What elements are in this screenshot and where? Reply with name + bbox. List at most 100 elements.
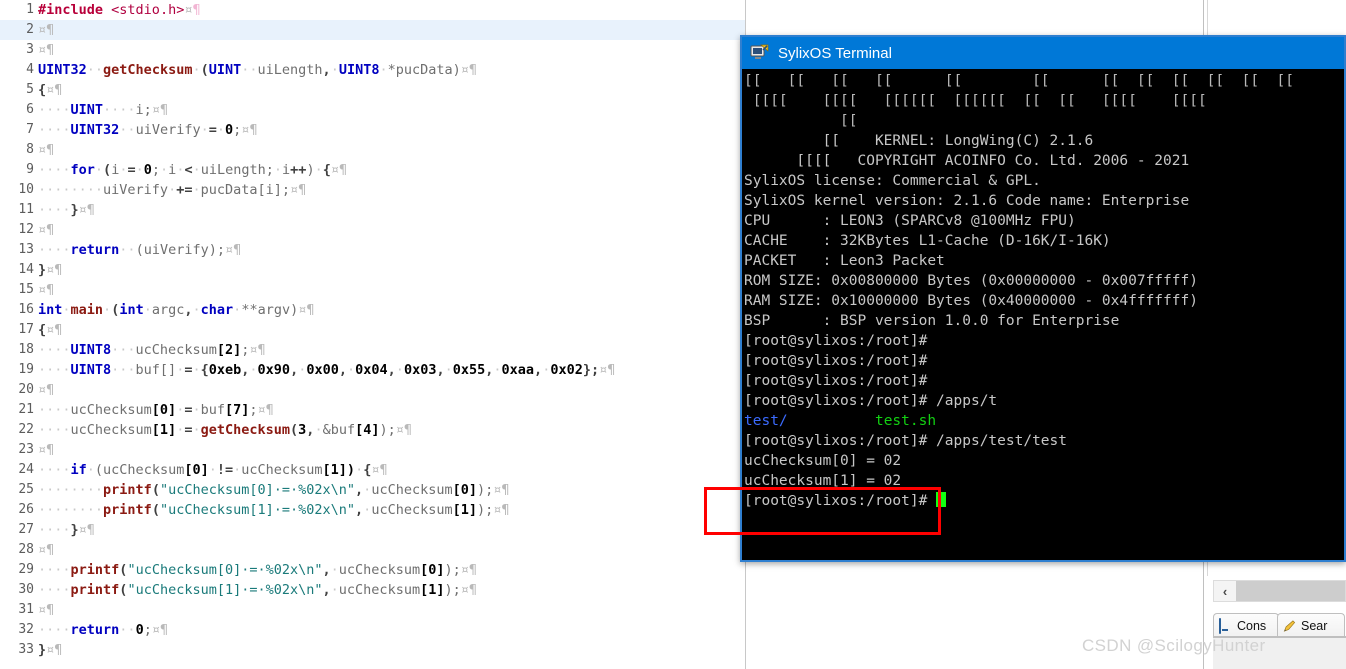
code-line[interactable]: 5 {¤¶ [0, 80, 746, 100]
code-text: ¤¶ [38, 442, 55, 458]
line-number: 19 [18, 362, 34, 377]
code-text: ¤¶ [38, 42, 55, 58]
code-line[interactable]: 17 {¤¶ [0, 320, 746, 340]
code-line[interactable]: 7 ····UINT32··uiVerify·=·0;¤¶ [0, 120, 746, 140]
code-line[interactable]: 19 ····UINT8···buf[]·=·{0xeb,·0x90,·0x00,… [0, 360, 746, 380]
code-text: ····if·(ucChecksum[0]·!=·ucChecksum[1])·… [38, 462, 388, 478]
code-line[interactable]: 21 ····ucChecksum[0]·=·buf[7];¤¶ [0, 400, 746, 420]
terminal-line: [[ KERNEL: LongWing(C) 2.1.6 [744, 133, 1094, 149]
code-line[interactable]: 8 ¤¶ [0, 140, 746, 160]
code-text: }¤¶ [38, 262, 63, 278]
code-text: ····UINT8···ucChecksum[2];¤¶ [38, 342, 266, 358]
line-number: 4 [26, 62, 34, 77]
code-line[interactable]: 10 ········uiVerify·+=·pucData[i];¤¶ [0, 180, 746, 200]
line-number: 31 [18, 602, 34, 617]
code-text: ¤¶ [38, 382, 55, 398]
code-line[interactable]: 20 ¤¶ [0, 380, 746, 400]
terminal-line: ucChecksum[0] = 02 [744, 453, 902, 469]
terminal-line: BSP : BSP version 1.0.0 for Enterprise [744, 313, 1120, 329]
line-number: 14 [18, 262, 34, 277]
code-text: UINT32··getChecksum·(UINT··uiLength,·UIN… [38, 62, 478, 78]
tab-console-label: Cons [1237, 618, 1267, 633]
terminal-line: SylixOS license: Commercial & GPL. [744, 173, 1041, 189]
code-line[interactable]: 31 ¤¶ [0, 600, 746, 620]
terminal-line: RAM SIZE: 0x10000000 Bytes (0x40000000 -… [744, 293, 1198, 309]
line-number: 27 [18, 522, 34, 537]
code-line[interactable]: 33}¤¶ [0, 640, 746, 660]
line-number: 10 [18, 182, 34, 197]
code-line[interactable]: 12 ¤¶ [0, 220, 746, 240]
code-line[interactable]: 30 ····printf("ucChecksum[1]·=·%02x\n",·u… [0, 580, 746, 600]
code-text: ········printf("ucChecksum[1]·=·%02x\n",… [38, 502, 510, 518]
code-line[interactable]: 25 ········printf("ucChecksum[0]·=·%02x\n… [0, 480, 746, 500]
code-text: ¤¶ [38, 222, 55, 238]
scroll-left-arrow-icon[interactable]: ‹ [1214, 581, 1236, 601]
line-number: 21 [18, 402, 34, 417]
bottom-tabstrip[interactable]: Cons Sear [1213, 613, 1346, 637]
code-text: ····UINT····i;¤¶ [38, 102, 169, 118]
terminal-line: ucChecksum[1] = 02 [744, 473, 902, 489]
code-line[interactable]: 9 ····for·(i·=·0;·i·<·uiLength;·i++)·{¤¶ [0, 160, 746, 180]
code-line[interactable]: 27 ····}¤¶ [0, 520, 746, 540]
code-line[interactable]: 22 ····ucChecksum[1]·=·getChecksum(3,·&bu… [0, 420, 746, 440]
code-lines-container[interactable]: 1 #include <stdio.h>¤¶ 2 ¤¶ 3 ¤¶ 4 UINT32··getC… [0, 0, 746, 669]
scrollbar-thumb[interactable] [1236, 581, 1345, 601]
code-line[interactable]: 18 ····UINT8···ucChecksum[2];¤¶ [0, 340, 746, 360]
code-text: ····ucChecksum[0]·=·buf[7];¤¶ [38, 402, 274, 418]
code-line[interactable]: 11 ····}¤¶ [0, 200, 746, 220]
source-code-editor[interactable]: 1 #include <stdio.h>¤¶ 2 ¤¶ 3 ¤¶ 4 UINT32··getC… [0, 0, 746, 669]
code-text: int·main·(int·argc,·char·**argv)¤¶ [38, 302, 315, 318]
code-line[interactable]: 13 ····return··(uiVerify);¤¶ [0, 240, 746, 260]
line-number: 13 [18, 242, 34, 257]
code-line[interactable]: 29 ····printf("ucChecksum[0]·=·%02x\n",·u… [0, 560, 746, 580]
terminal-line: [root@sylixos:/root]# [744, 353, 928, 369]
terminal-line: [root@sylixos:/root]# [744, 373, 928, 389]
code-line[interactable]: 23 ¤¶ [0, 440, 746, 460]
code-text: ¤¶ [38, 542, 55, 558]
line-number: 12 [18, 222, 34, 237]
code-text: }¤¶ [38, 642, 63, 658]
code-text: ····UINT8···buf[]·=·{0xeb,·0x90,·0x00,·0… [38, 362, 616, 378]
terminal-output[interactable]: [[ [[ [[ [[ [[ [[ [[ [[ [[ [[ [[ [[ [[[[… [742, 69, 1344, 560]
tab-search[interactable]: Sear [1277, 613, 1345, 637]
line-number: 11 [18, 202, 34, 217]
line-number: 26 [18, 502, 34, 517]
horizontal-scrollbar[interactable]: ‹ [1213, 580, 1346, 602]
terminal-line: SylixOS kernel version: 2.1.6 Code name:… [744, 193, 1190, 209]
line-number: 23 [18, 442, 34, 457]
code-line[interactable]: 14 }¤¶ [0, 260, 746, 280]
code-line[interactable]: 28 ¤¶ [0, 540, 746, 560]
code-line[interactable]: 32 ····return··0;¤¶ [0, 620, 746, 640]
line-number: 16 [18, 302, 34, 317]
terminal-app-icon [750, 44, 770, 62]
terminal-cursor [936, 492, 947, 507]
tab-search-label: Sear [1301, 618, 1328, 633]
code-line[interactable]: 15 ¤¶ [0, 280, 746, 300]
code-text: ····UINT32··uiVerify·=·0;¤¶ [38, 122, 258, 138]
terminal-line: [[[[ COPYRIGHT ACOINFO Co. Ltd. 2006 - 2… [744, 153, 1190, 169]
line-number: 28 [18, 542, 34, 557]
code-text: {¤¶ [38, 322, 63, 338]
terminal-line: PACKET : Leon3 Packet [744, 253, 945, 269]
code-line[interactable]: 6 ····UINT····i;¤¶ [0, 100, 746, 120]
code-line[interactable]: 3 ¤¶ [0, 40, 746, 60]
code-text: ····return··(uiVerify);¤¶ [38, 242, 242, 258]
code-line[interactable]: 26 ········printf("ucChecksum[1]·=·%02x\n… [0, 500, 746, 520]
terminal-line: [root@sylixos:/root]# /apps/t [744, 393, 998, 409]
tab-console[interactable]: Cons [1213, 613, 1279, 637]
line-number: 15 [18, 282, 34, 297]
sylixos-terminal-window[interactable]: SylixOS Terminal [[ [[ [[ [[ [[ [[ [[ [[… [740, 35, 1346, 562]
code-line[interactable]: 16 int·main·(int·argc,·char·**argv)¤¶ [0, 300, 746, 320]
code-line[interactable]: 24 ····if·(ucChecksum[0]·!=·ucChecksum[1]… [0, 460, 746, 480]
terminal-line: [root@sylixos:/root]# /apps/test/test [744, 433, 1068, 449]
code-text: ¤¶ [38, 22, 55, 38]
terminal-line: [root@sylixos:/root]# [744, 491, 1344, 511]
line-number: 3 [26, 42, 34, 57]
line-number: 22 [18, 422, 34, 437]
code-line[interactable]: 2 ¤¶ [0, 20, 746, 40]
code-text: ¤¶ [38, 602, 55, 618]
code-line[interactable]: 4 UINT32··getChecksum·(UINT··uiLength,·UI… [0, 60, 746, 80]
terminal-title-bar[interactable]: SylixOS Terminal [742, 37, 1344, 69]
code-line[interactable]: 1 #include <stdio.h>¤¶ [0, 0, 746, 20]
code-text: ····ucChecksum[1]·=·getChecksum(3,·&buf[… [38, 422, 413, 438]
